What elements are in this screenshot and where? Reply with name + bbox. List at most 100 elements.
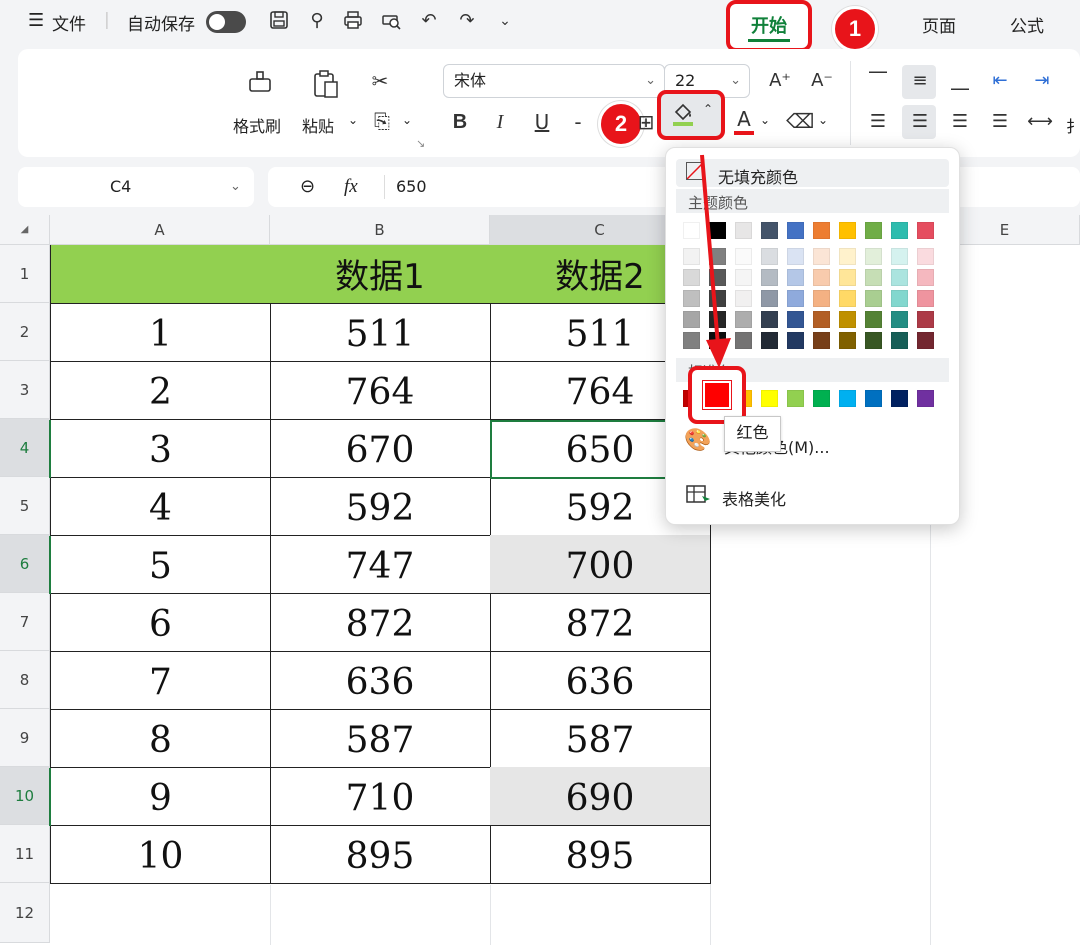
- table-cell[interactable]: 764: [270, 361, 491, 420]
- theme-color-swatch[interactable]: [787, 222, 804, 239]
- theme-color-swatch[interactable]: [735, 269, 752, 286]
- table-beautify-option[interactable]: 表格美化: [722, 486, 786, 510]
- cut-icon[interactable]: ✂: [366, 67, 394, 95]
- table-cell[interactable]: 587: [490, 709, 711, 768]
- theme-color-swatch[interactable]: [683, 311, 700, 328]
- underline-icon[interactable]: U: [528, 108, 556, 136]
- column-header-a[interactable]: A: [50, 215, 270, 245]
- row-header[interactable]: 4: [0, 419, 50, 477]
- formula-input[interactable]: 650: [396, 167, 427, 207]
- table-cell[interactable]: 636: [270, 651, 491, 710]
- header-cell[interactable]: 数据1: [270, 245, 491, 304]
- wrap-text-button[interactable]: 扌: [1066, 113, 1080, 137]
- theme-color-swatch[interactable]: [865, 332, 882, 349]
- theme-color-swatch[interactable]: [683, 222, 700, 239]
- standard-color-swatch[interactable]: [761, 390, 778, 407]
- table-cell[interactable]: 5: [50, 535, 271, 594]
- align-top-icon[interactable]: ⎺: [864, 67, 892, 95]
- theme-color-swatch[interactable]: [839, 311, 856, 328]
- table-cell[interactable]: 872: [490, 593, 711, 652]
- name-box[interactable]: C4 ⌄: [18, 167, 254, 207]
- theme-color-swatch[interactable]: [735, 332, 752, 349]
- redo-icon[interactable]: ↷: [456, 10, 478, 32]
- theme-color-swatch[interactable]: [839, 290, 856, 307]
- theme-color-swatch[interactable]: [891, 332, 908, 349]
- theme-color-swatch[interactable]: [813, 248, 830, 265]
- theme-color-swatch[interactable]: [787, 290, 804, 307]
- align-bottom-icon[interactable]: ⎽: [946, 67, 974, 95]
- theme-color-swatch[interactable]: [891, 248, 908, 265]
- theme-color-swatch[interactable]: [839, 332, 856, 349]
- print-icon[interactable]: [342, 10, 364, 32]
- theme-color-swatch[interactable]: [917, 222, 934, 239]
- paste-button[interactable]: 粘贴: [302, 113, 334, 137]
- table-cell[interactable]: 2: [50, 361, 271, 420]
- theme-color-swatch[interactable]: [891, 311, 908, 328]
- menu-icon[interactable]: ☰: [28, 10, 44, 31]
- eraser-icon[interactable]: ⌫: [786, 107, 814, 135]
- theme-color-swatch[interactable]: [891, 290, 908, 307]
- standard-color-swatch[interactable]: [787, 390, 804, 407]
- row-header[interactable]: 11: [0, 825, 50, 883]
- theme-color-swatch[interactable]: [787, 311, 804, 328]
- autosave-toggle[interactable]: [206, 11, 246, 33]
- theme-color-swatch[interactable]: [761, 332, 778, 349]
- row-header[interactable]: 6: [0, 535, 50, 593]
- zoom-icon[interactable]: ⊖: [300, 167, 315, 207]
- print-preview-icon[interactable]: [380, 10, 402, 32]
- format-painter-icon[interactable]: [246, 69, 274, 97]
- font-color-icon[interactable]: A: [730, 105, 758, 133]
- theme-color-swatch[interactable]: [683, 248, 700, 265]
- distributed-icon[interactable]: ⟷: [1026, 108, 1054, 136]
- decrease-font-icon[interactable]: A⁻: [808, 67, 836, 95]
- align-left-icon[interactable]: ☰: [864, 108, 892, 136]
- format-painter-button[interactable]: 格式刷: [233, 113, 281, 137]
- theme-color-swatch[interactable]: [683, 332, 700, 349]
- row-header[interactable]: 1: [0, 245, 50, 303]
- theme-color-swatch[interactable]: [891, 222, 908, 239]
- align-right-icon[interactable]: ☰: [946, 108, 974, 136]
- row-header[interactable]: 8: [0, 651, 50, 709]
- theme-color-swatch[interactable]: [761, 222, 778, 239]
- table-cell[interactable]: 3: [50, 419, 271, 478]
- theme-color-swatch[interactable]: [709, 269, 726, 286]
- copy-dropdown-icon[interactable]: ⌄: [402, 113, 412, 127]
- theme-color-swatch[interactable]: [839, 269, 856, 286]
- table-cell[interactable]: 700: [490, 535, 711, 594]
- table-cell[interactable]: 872: [270, 593, 491, 652]
- justify-icon[interactable]: ☰: [986, 108, 1014, 136]
- theme-color-swatch[interactable]: [813, 222, 830, 239]
- align-middle-icon[interactable]: ≡: [906, 67, 934, 95]
- bold-icon[interactable]: B: [446, 108, 474, 136]
- standard-color-swatch[interactable]: [865, 390, 882, 407]
- row-header[interactable]: 10: [0, 767, 50, 825]
- theme-color-swatch[interactable]: [735, 290, 752, 307]
- font-color-dropdown-icon[interactable]: ⌄: [760, 113, 770, 127]
- table-cell[interactable]: 8: [50, 709, 271, 768]
- save-icon[interactable]: [268, 10, 290, 32]
- border-icon[interactable]: ⊞: [632, 108, 660, 136]
- theme-color-swatch[interactable]: [709, 248, 726, 265]
- theme-color-swatch[interactable]: [917, 248, 934, 265]
- table-cell[interactable]: 710: [270, 767, 491, 826]
- header-cell-blank[interactable]: [50, 245, 271, 304]
- theme-color-swatch[interactable]: [683, 269, 700, 286]
- theme-color-swatch[interactable]: [865, 290, 882, 307]
- row-header[interactable]: 5: [0, 477, 50, 535]
- theme-color-swatch[interactable]: [683, 290, 700, 307]
- theme-color-swatch[interactable]: [865, 248, 882, 265]
- theme-color-swatch[interactable]: [813, 332, 830, 349]
- table-cell[interactable]: 895: [490, 825, 711, 884]
- file-menu[interactable]: 文件: [52, 10, 86, 35]
- increase-font-icon[interactable]: A⁺: [766, 67, 794, 95]
- undo-icon[interactable]: ↶: [418, 10, 440, 32]
- theme-color-swatch[interactable]: [917, 332, 934, 349]
- chevron-down-icon[interactable]: ⌄: [494, 10, 516, 32]
- dialog-launcher-icon[interactable]: ↘: [416, 137, 425, 150]
- standard-color-swatch[interactable]: [891, 390, 908, 407]
- tab-formula[interactable]: 公式: [1010, 12, 1044, 37]
- row-header[interactable]: 7: [0, 593, 50, 651]
- paste-icon[interactable]: [312, 69, 340, 98]
- theme-color-swatch[interactable]: [813, 290, 830, 307]
- theme-color-swatch[interactable]: [761, 269, 778, 286]
